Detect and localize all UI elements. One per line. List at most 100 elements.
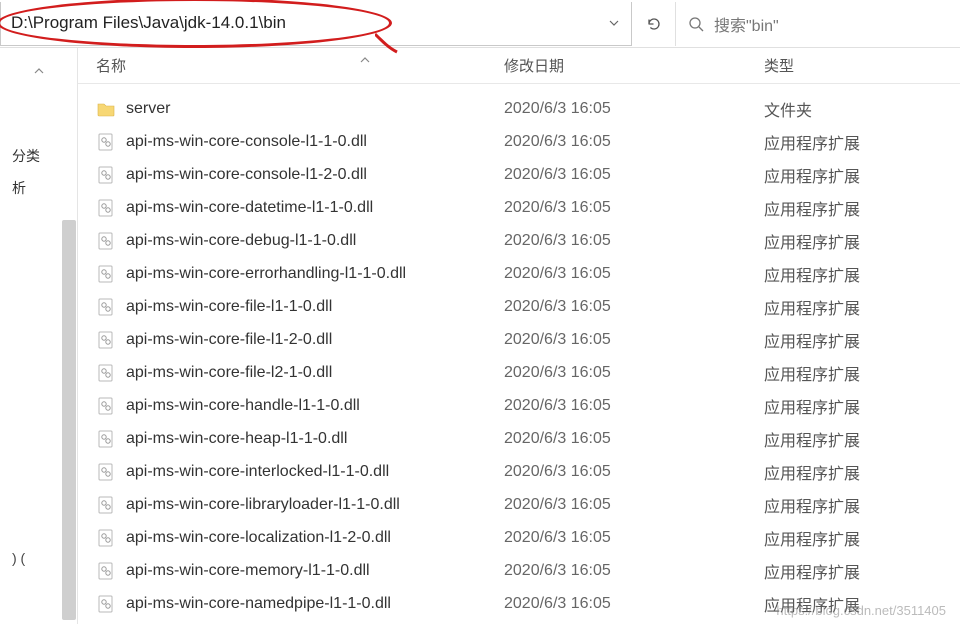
file-row[interactable]: api-ms-win-core-datetime-l1-1-0.dll 2020/… [78, 191, 960, 224]
file-row[interactable]: api-ms-win-core-debug-l1-1-0.dll 2020/6/3… [78, 224, 960, 257]
nav-panel: 分类 析 ) ( [0, 48, 78, 624]
dll-file-icon [96, 231, 116, 251]
file-name: api-ms-win-core-libraryloader-l1-1-0.dll [126, 496, 400, 514]
file-name-cell: api-ms-win-core-datetime-l1-1-0.dll [78, 198, 504, 218]
file-type: 应用程序扩展 [764, 394, 960, 418]
file-name-cell: server [78, 99, 504, 119]
refresh-icon [646, 16, 662, 32]
sort-indicator [358, 52, 372, 69]
dll-file-icon [96, 264, 116, 284]
nav-collapse-button[interactable] [0, 62, 77, 80]
file-type: 应用程序扩展 [764, 229, 960, 253]
file-name-cell: api-ms-win-core-file-l1-2-0.dll [78, 330, 504, 350]
file-type: 应用程序扩展 [764, 163, 960, 187]
file-name: api-ms-win-core-file-l2-1-0.dll [126, 364, 332, 382]
dll-file-icon [96, 462, 116, 482]
dll-file-icon [96, 429, 116, 449]
search-box[interactable]: 搜索"bin" [676, 2, 960, 46]
column-header-name[interactable]: 名称 [78, 55, 504, 76]
search-placeholder: 搜索"bin" [714, 12, 779, 36]
file-name-cell: api-ms-win-core-errorhandling-l1-1-0.dll [78, 264, 504, 284]
nav-scrollbar[interactable] [62, 220, 76, 620]
nav-item[interactable]: 分类 [0, 140, 77, 172]
file-type: 应用程序扩展 [764, 559, 960, 583]
file-rows: server2020/6/3 16:05文件夹api-ms-win-core-c… [78, 84, 960, 624]
file-name: api-ms-win-core-console-l1-2-0.dll [126, 166, 367, 184]
file-row[interactable]: api-ms-win-core-errorhandling-l1-1-0.dll… [78, 257, 960, 290]
file-name-cell: api-ms-win-core-file-l2-1-0.dll [78, 363, 504, 383]
file-date: 2020/6/3 16:05 [504, 100, 764, 118]
file-type: 应用程序扩展 [764, 196, 960, 220]
dll-file-icon [96, 297, 116, 317]
file-name-cell: api-ms-win-core-memory-l1-1-0.dll [78, 561, 504, 581]
chevron-down-icon [608, 17, 620, 29]
file-type: 应用程序扩展 [764, 427, 960, 451]
address-history-dropdown[interactable] [597, 2, 631, 45]
file-row[interactable]: api-ms-win-core-namedpipe-l1-1-0.dll2020… [78, 587, 960, 620]
file-name-cell: api-ms-win-core-handle-l1-1-0.dll [78, 396, 504, 416]
toolbar: D:\Program Files\Java\jdk-14.0.1\bin 搜索"… [0, 0, 960, 48]
column-header-type[interactable]: 类型 [764, 55, 960, 76]
file-name-cell: api-ms-win-core-interlocked-l1-1-0.dll [78, 462, 504, 482]
dll-file-icon [96, 132, 116, 152]
address-bar[interactable]: D:\Program Files\Java\jdk-14.0.1\bin [0, 2, 632, 46]
dll-file-icon [96, 528, 116, 548]
file-date: 2020/6/3 16:05 [504, 430, 764, 448]
file-row[interactable]: api-ms-win-core-interlocked-l1-1-0.dll20… [78, 455, 960, 488]
file-date: 2020/6/3 16:05 [504, 595, 764, 613]
file-date: 2020/6/3 16:05 [504, 298, 764, 316]
file-date: 2020/6/3 16:05 [504, 199, 764, 217]
file-date: 2020/6/3 16:05 [504, 331, 764, 349]
file-date: 2020/6/3 16:05 [504, 265, 764, 283]
file-type: 文件夹 [764, 97, 960, 121]
file-name: api-ms-win-core-debug-l1-1-0.dll [126, 232, 356, 250]
column-headers: 名称 修改日期 类型 [78, 48, 960, 84]
refresh-button[interactable] [632, 2, 676, 46]
file-type: 应用程序扩展 [764, 262, 960, 286]
file-row[interactable]: api-ms-win-core-console-l1-1-0.dll2020/6… [78, 125, 960, 158]
file-name: api-ms-win-core-console-l1-1-0.dll [126, 133, 367, 151]
file-type: 应用程序扩展 [764, 493, 960, 517]
file-row[interactable]: server2020/6/3 16:05文件夹 [78, 92, 960, 125]
file-name-cell: api-ms-win-core-libraryloader-l1-1-0.dll [78, 495, 504, 515]
file-name: api-ms-win-core-localization-l1-2-0.dll [126, 529, 391, 547]
file-list: 名称 修改日期 类型 server2020/6/3 16:05文件夹api-ms… [78, 48, 960, 624]
file-type: 应用程序扩展 [764, 592, 960, 616]
file-type: 应用程序扩展 [764, 526, 960, 550]
file-row[interactable]: api-ms-win-core-heap-l1-1-0.dll 2020/6/3 … [78, 422, 960, 455]
file-row[interactable]: api-ms-win-core-file-l1-1-0.dll 2020/6/3 … [78, 290, 960, 323]
file-name: api-ms-win-core-heap-l1-1-0.dll [126, 430, 347, 448]
dll-file-icon [96, 495, 116, 515]
file-row[interactable]: api-ms-win-core-console-l1-2-0.dll2020/6… [78, 158, 960, 191]
file-date: 2020/6/3 16:05 [504, 397, 764, 415]
file-row[interactable]: api-ms-win-core-memory-l1-1-0.dll 2020/6/… [78, 554, 960, 587]
file-row[interactable]: api-ms-win-core-libraryloader-l1-1-0.dll… [78, 488, 960, 521]
file-date: 2020/6/3 16:05 [504, 496, 764, 514]
file-row[interactable]: api-ms-win-core-file-l1-2-0.dll 2020/6/3 … [78, 323, 960, 356]
file-name-cell: api-ms-win-core-localization-l1-2-0.dll [78, 528, 504, 548]
file-name-cell: api-ms-win-core-console-l1-1-0.dll [78, 132, 504, 152]
file-name-cell: api-ms-win-core-debug-l1-1-0.dll [78, 231, 504, 251]
address-path[interactable]: D:\Program Files\Java\jdk-14.0.1\bin [1, 13, 597, 33]
column-header-date[interactable]: 修改日期 [504, 55, 764, 76]
file-date: 2020/6/3 16:05 [504, 364, 764, 382]
file-name: api-ms-win-core-interlocked-l1-1-0.dll [126, 463, 389, 481]
file-name-cell: api-ms-win-core-file-l1-1-0.dll [78, 297, 504, 317]
file-name: api-ms-win-core-memory-l1-1-0.dll [126, 562, 370, 580]
file-name: api-ms-win-core-datetime-l1-1-0.dll [126, 199, 373, 217]
nav-item[interactable]: 析 [0, 172, 77, 204]
file-type: 应用程序扩展 [764, 328, 960, 352]
file-row[interactable]: api-ms-win-core-file-l2-1-0.dll 2020/6/3 … [78, 356, 960, 389]
file-name: api-ms-win-core-file-l1-1-0.dll [126, 298, 332, 316]
file-row[interactable]: api-ms-win-core-handle-l1-1-0.dll2020/6/… [78, 389, 960, 422]
dll-file-icon [96, 561, 116, 581]
search-icon [688, 16, 704, 32]
file-type: 应用程序扩展 [764, 460, 960, 484]
file-type: 应用程序扩展 [764, 130, 960, 154]
file-date: 2020/6/3 16:05 [504, 232, 764, 250]
dll-file-icon [96, 198, 116, 218]
file-name: api-ms-win-core-file-l1-2-0.dll [126, 331, 332, 349]
file-row[interactable]: api-ms-win-core-localization-l1-2-0.dll2… [78, 521, 960, 554]
file-date: 2020/6/3 16:05 [504, 562, 764, 580]
file-name: api-ms-win-core-errorhandling-l1-1-0.dll [126, 265, 406, 283]
